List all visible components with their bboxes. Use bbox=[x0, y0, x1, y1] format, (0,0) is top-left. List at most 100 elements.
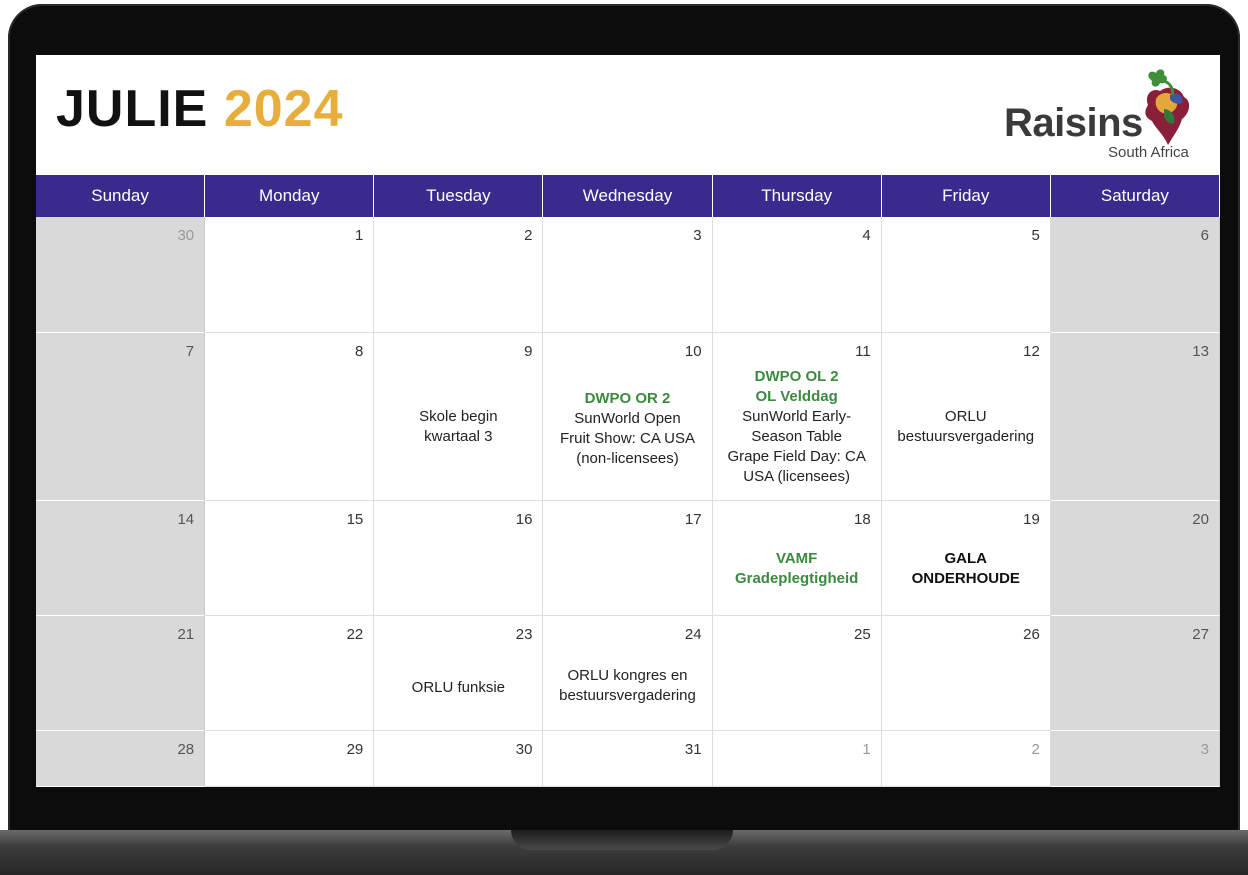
logo-name: Raisins bbox=[1004, 101, 1143, 145]
day-cell[interactable]: 28 bbox=[36, 731, 206, 787]
day-cell[interactable]: 4 bbox=[712, 217, 882, 333]
day-cell[interactable]: 19 GALA ONDERHOUDE bbox=[881, 501, 1051, 616]
event-list: GALA ONDERHOUDE bbox=[886, 549, 1046, 589]
event-list: DWPO OL 2 OL Velddag SunWorld Early- Season… bbox=[717, 367, 877, 487]
day-cell[interactable]: 30 bbox=[374, 731, 544, 787]
event-list: ORLU bestuursvergadering bbox=[886, 407, 1046, 447]
event-list: VAMF Gradeplegtigheid bbox=[717, 549, 877, 589]
day-cell[interactable]: 29 bbox=[205, 731, 375, 787]
day-cell[interactable]: 23 ORLU funksie bbox=[374, 616, 544, 731]
day-number: 6 bbox=[1200, 227, 1209, 244]
day-number: 28 bbox=[177, 741, 195, 758]
day-cell[interactable]: 2 bbox=[881, 731, 1051, 787]
day-cell[interactable]: 25 bbox=[712, 616, 882, 731]
event-text: (non-licensees) bbox=[576, 450, 679, 467]
day-number: 2 bbox=[524, 227, 533, 244]
event-text: SunWorld Open bbox=[574, 410, 681, 427]
weekday-header-friday: Friday bbox=[881, 175, 1051, 217]
day-number: 3 bbox=[1200, 741, 1209, 758]
day-cell[interactable]: 9 Skole begin kwartaal 3 bbox=[374, 333, 544, 501]
weekday-header-tuesday: Tuesday bbox=[374, 175, 544, 217]
day-number: 23 bbox=[515, 626, 533, 643]
event-text: ONDERHOUDE bbox=[911, 570, 1020, 587]
title-month: JULIE bbox=[56, 80, 209, 138]
event-text: ORLU bbox=[944, 408, 987, 425]
day-number: 20 bbox=[1192, 511, 1209, 528]
day-number: 24 bbox=[684, 626, 702, 643]
event-text: OL Velddag bbox=[755, 388, 838, 405]
day-number: 22 bbox=[346, 626, 364, 643]
event-text: GALA bbox=[944, 550, 988, 567]
day-cell[interactable]: 24 ORLU kongres en bestuursvergadering bbox=[543, 616, 713, 731]
day-cell[interactable]: 13 bbox=[1050, 333, 1220, 501]
day-number: 5 bbox=[1031, 227, 1040, 244]
day-number: 29 bbox=[346, 741, 364, 758]
day-cell[interactable]: 5 bbox=[881, 217, 1051, 333]
day-cell[interactable]: 11 DWPO OL 2 OL Velddag SunWorld Early- Seas… bbox=[712, 333, 882, 501]
day-cell[interactable]: 10 DWPO OR 2 SunWorld Open Fruit Show: CA U… bbox=[543, 333, 713, 501]
day-cell[interactable]: 18 VAMF Gradeplegtigheid bbox=[712, 501, 882, 616]
event-text: kwartaal 3 bbox=[424, 428, 493, 445]
event-text: Fruit Show: CA USA bbox=[559, 430, 696, 447]
day-number: 13 bbox=[1192, 343, 1209, 360]
day-cell[interactable]: 1 bbox=[712, 731, 882, 787]
event-list: Skole begin kwartaal 3 bbox=[378, 407, 538, 447]
day-cell[interactable]: 3 bbox=[1050, 731, 1220, 787]
day-cell[interactable]: 15 bbox=[205, 501, 375, 616]
day-cell[interactable]: 3 bbox=[543, 217, 713, 333]
day-cell[interactable]: 6 bbox=[1050, 217, 1220, 333]
day-number: 25 bbox=[854, 626, 871, 643]
event-text: Skole begin bbox=[419, 408, 498, 425]
event-text: USA (licensees) bbox=[743, 468, 850, 485]
day-number: 31 bbox=[684, 741, 702, 758]
day-number: 11 bbox=[855, 343, 871, 360]
day-number: 9 bbox=[524, 343, 533, 360]
day-cell[interactable]: 2 bbox=[374, 217, 544, 333]
day-cell[interactable]: 27 bbox=[1050, 616, 1220, 731]
weekday-header-saturday: Saturday bbox=[1050, 175, 1220, 217]
day-number: 3 bbox=[693, 227, 702, 244]
laptop-notch bbox=[511, 830, 733, 850]
event-list: ORLU kongres en bestuursvergadering bbox=[547, 666, 707, 706]
event-text: bestuursvergadering bbox=[897, 428, 1035, 445]
event-text: bestuursvergadering bbox=[559, 687, 696, 704]
calendar-screen: JULIE 2024 Raisins South Africa Sunday M… bbox=[36, 55, 1220, 787]
day-cell[interactable]: 30 bbox=[36, 217, 206, 333]
weekday-header-monday: Monday bbox=[205, 175, 375, 217]
day-cell[interactable]: 14 bbox=[36, 501, 206, 616]
day-number: 30 bbox=[177, 227, 195, 244]
day-number: 26 bbox=[1023, 626, 1040, 643]
day-cell[interactable]: 8 bbox=[205, 333, 375, 501]
day-number: 14 bbox=[177, 511, 195, 528]
weekday-header-wednesday: Wednesday bbox=[543, 175, 713, 217]
weekday-header-sunday: Sunday bbox=[36, 175, 206, 217]
event-text: DWPO OL 2 bbox=[754, 368, 839, 385]
day-number: 7 bbox=[185, 343, 195, 360]
event-text: Season Table bbox=[751, 428, 842, 445]
day-cell[interactable]: 26 bbox=[881, 616, 1051, 731]
event-text: VAMF bbox=[775, 550, 818, 567]
day-cell[interactable]: 21 bbox=[36, 616, 206, 731]
calendar-title: JULIE 2024 bbox=[56, 83, 344, 135]
day-number: 19 bbox=[1023, 511, 1040, 528]
day-cell[interactable]: 31 bbox=[543, 731, 713, 787]
day-number: 4 bbox=[862, 227, 871, 244]
title-year: 2024 bbox=[223, 80, 344, 138]
day-cell[interactable]: 16 bbox=[374, 501, 544, 616]
day-cell[interactable]: 17 bbox=[543, 501, 713, 616]
day-number: 18 bbox=[854, 511, 871, 528]
day-number: 8 bbox=[354, 343, 364, 360]
day-number: 12 bbox=[1023, 343, 1040, 360]
event-text: DWPO OR 2 bbox=[584, 390, 671, 407]
day-cell[interactable]: 12 ORLU bestuursvergadering bbox=[881, 333, 1051, 501]
event-text: Gradeplegtigheid bbox=[734, 570, 859, 587]
day-number: 16 bbox=[515, 511, 533, 528]
day-cell[interactable]: 7 bbox=[36, 333, 206, 501]
day-cell[interactable]: 22 bbox=[205, 616, 375, 731]
event-text: SunWorld Early- bbox=[742, 408, 852, 425]
day-cell[interactable]: 1 bbox=[205, 217, 375, 333]
day-cell[interactable]: 20 bbox=[1050, 501, 1220, 616]
day-number: 30 bbox=[515, 741, 533, 758]
day-number: 10 bbox=[684, 343, 702, 360]
day-number: 1 bbox=[862, 741, 871, 758]
